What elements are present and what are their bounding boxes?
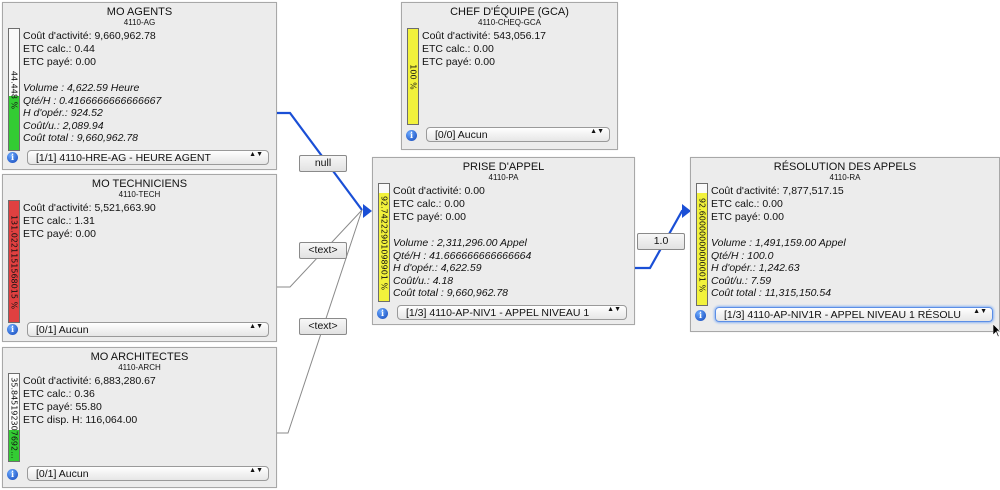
etc-calc: ETC calc.: 0.44 — [23, 43, 95, 55]
heures-operation: H d'opér.: 924.52 — [23, 107, 103, 119]
up-down-arrows-icon: ▲▼ — [973, 308, 987, 315]
etc-disp-heures: ETC disp. H: 116,064.00 — [23, 414, 138, 426]
edge-arrow-prise — [363, 204, 372, 218]
progress-gauge: 44.448 % — [8, 28, 20, 151]
output-select[interactable]: [0/1] Aucun ▲▼ — [27, 322, 269, 337]
output-select[interactable]: [1/3] 4110-AP-NIV1R - APPEL NIVEAU 1 RÉS… — [715, 307, 993, 322]
up-down-arrows-icon: ▲▼ — [249, 151, 263, 158]
qte-par-heure: Qté/H : 41.666666666666664 — [393, 250, 532, 262]
gauge-label: 131.0221151568015 % — [9, 214, 19, 309]
up-down-arrows-icon: ▲▼ — [590, 128, 604, 135]
info-icon[interactable]: i — [695, 310, 706, 321]
volume: Volume : 2,311,296.00 Appel — [393, 237, 527, 249]
progress-gauge: 131.0221151568015 % — [8, 200, 20, 323]
volume: Volume : 4,622.59 Heure — [23, 82, 140, 94]
node-title: MO AGENTS — [106, 6, 173, 18]
node-mo-techniciens[interactable]: MO TECHNICIENS 4110-TECH 131.02211515680… — [2, 174, 277, 342]
qte-par-heure: Qté/H : 0.4166666666666667 — [23, 95, 162, 107]
select-value: [1/3] 4110-AP-NIV1R - APPEL NIVEAU 1 RÉS… — [724, 309, 961, 321]
info-icon[interactable]: i — [7, 469, 18, 480]
edge-label-architectes[interactable]: <text> — [299, 318, 347, 335]
cout-total: Coût total : 9,660,962.78 — [393, 287, 509, 299]
cout-unitaire: Coût/u.: 7.59 — [711, 275, 772, 287]
node-code: 4110-CHEQ-GCA — [478, 18, 541, 27]
etc-calc: ETC calc.: 0.36 — [23, 388, 95, 400]
volume: Volume : 1,491,159.00 Appel — [711, 237, 846, 249]
cout-total: Coût total : 9,660,962.78 — [23, 132, 139, 144]
node-mo-agents[interactable]: MO AGENTS 4110-AG 44.448 % Coût d'activi… — [2, 2, 277, 170]
qte-par-heure: Qté/H : 100.0 — [711, 250, 774, 262]
cout-unitaire: Coût/u.: 4.18 — [393, 275, 454, 287]
etc-paye: ETC payé: 0.00 — [393, 211, 466, 223]
gauge-label: 44.448 % — [9, 70, 19, 109]
cursor-icon — [993, 324, 1000, 338]
node-code: 4110-TECH — [118, 190, 161, 199]
output-select[interactable]: [0/0] Aucun ▲▼ — [426, 127, 610, 142]
etc-paye: ETC payé: 0.00 — [23, 56, 96, 68]
output-select[interactable]: [1/1] 4110-HRE-AG - HEURE AGENT ▲▼ — [27, 150, 269, 165]
etc-paye: ETC payé: 0.00 — [422, 56, 495, 68]
etc-calc: ETC calc.: 0.00 — [711, 198, 783, 210]
output-select[interactable]: [0/1] Aucun ▲▼ — [27, 466, 269, 481]
up-down-arrows-icon: ▲▼ — [607, 306, 621, 313]
node-code: 4110-AG — [123, 18, 156, 27]
node-resolution-appels[interactable]: RÉSOLUTION DES APPELS 4110-RA 92.6000000… — [690, 157, 1000, 332]
cout-activite: Coût d'activité: 7,877,517.15 — [711, 185, 844, 197]
progress-gauge: 92.60000000000001 % — [696, 183, 708, 306]
edge-label-prise-resolution[interactable]: 1.0 — [637, 233, 685, 250]
etc-paye: ETC payé: 0.00 — [23, 228, 96, 240]
gauge-label: 92.60000000000001 % — [697, 197, 707, 292]
etc-calc: ETC calc.: 0.00 — [422, 43, 494, 55]
gauge-label: 100 % — [408, 63, 418, 90]
etc-calc: ETC calc.: 0.00 — [393, 198, 465, 210]
cout-total: Coût total : 11,315,150.54 — [711, 287, 832, 299]
edge-label-agents[interactable]: null — [299, 155, 347, 172]
info-icon[interactable]: i — [406, 130, 417, 141]
heures-operation: H d'opér.: 4,622.59 — [393, 262, 482, 274]
up-down-arrows-icon: ▲▼ — [249, 323, 263, 330]
cout-activite: Coût d'activité: 6,883,280.67 — [23, 375, 156, 387]
up-down-arrows-icon: ▲▼ — [249, 467, 263, 474]
etc-paye: ETC payé: 55.80 — [23, 401, 102, 413]
node-title: MO ARCHITECTES — [90, 351, 189, 363]
node-title: PRISE D'APPEL — [462, 161, 545, 173]
cout-activite: Coût d'activité: 543,056.17 — [422, 30, 547, 42]
cout-unitaire: Coût/u.: 2,089.94 — [23, 120, 104, 132]
node-code: 4110-PA — [488, 173, 519, 182]
node-title: MO TECHNICIENS — [91, 178, 188, 190]
cout-activite: Coût d'activité: 9,660,962.78 — [23, 30, 156, 42]
info-icon[interactable]: i — [7, 324, 18, 335]
gauge-label: 35.845192307692... — [9, 376, 19, 459]
progress-gauge: 35.845192307692... — [8, 373, 20, 462]
select-value: [1/3] 4110-AP-NIV1 - APPEL NIVEAU 1 — [406, 307, 590, 319]
select-value: [0/1] Aucun — [36, 468, 89, 480]
node-code: 4110-ARCH — [118, 363, 161, 372]
output-select[interactable]: [1/3] 4110-AP-NIV1 - APPEL NIVEAU 1 ▲▼ — [397, 305, 627, 320]
etc-paye: ETC payé: 0.00 — [711, 211, 784, 223]
cout-activite: Coût d'activité: 5,521,663.90 — [23, 202, 156, 214]
info-icon[interactable]: i — [377, 308, 388, 319]
info-icon[interactable]: i — [7, 152, 18, 163]
cout-activite: Coût d'activité: 0.00 — [393, 185, 485, 197]
node-chef-equipe[interactable]: CHEF D'ÉQUIPE (GCA) 4110-CHEQ-GCA 100 % … — [401, 2, 618, 150]
select-value: [0/0] Aucun — [435, 129, 488, 141]
node-title: RÉSOLUTION DES APPELS — [773, 161, 917, 173]
node-title: CHEF D'ÉQUIPE (GCA) — [450, 6, 569, 18]
progress-gauge: 100 % — [407, 28, 419, 125]
gauge-label: 92.74222901098901 % — [379, 195, 389, 290]
node-code: 4110-RA — [829, 173, 861, 182]
select-value: [0/1] Aucun — [36, 324, 89, 336]
progress-gauge: 92.74222901098901 % — [378, 183, 390, 302]
node-mo-architectes[interactable]: MO ARCHITECTES 4110-ARCH 35.845192307692… — [2, 347, 277, 488]
heures-operation: H d'opér.: 1,242.63 — [711, 262, 800, 274]
node-prise-appel[interactable]: PRISE D'APPEL 4110-PA 92.74222901098901 … — [372, 157, 635, 325]
etc-calc: ETC calc.: 1.31 — [23, 215, 95, 227]
edge-label-techniciens[interactable]: <text> — [299, 242, 347, 259]
select-value: [1/1] 4110-HRE-AG - HEURE AGENT — [36, 152, 211, 164]
